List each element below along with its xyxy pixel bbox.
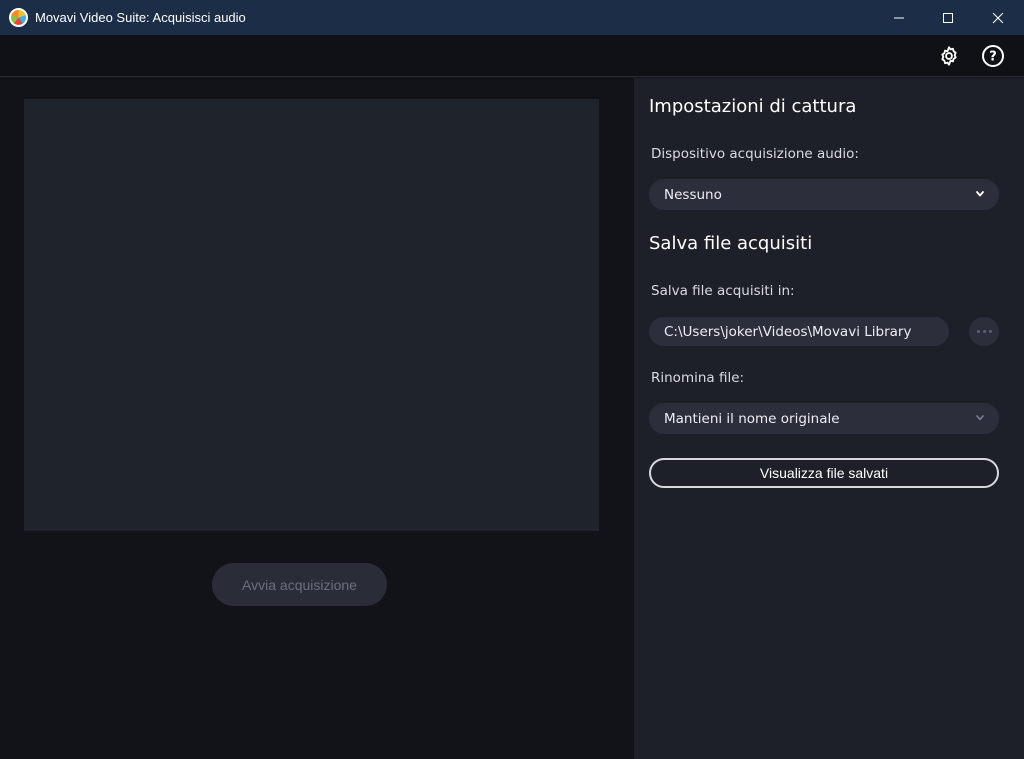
device-label: Dispositivo acquisizione audio:	[651, 146, 859, 162]
device-select-value: Nessuno	[664, 186, 722, 203]
top-toolbar: ?	[0, 35, 1024, 77]
settings-panel: Impostazioni di cattura Dispositivo acqu…	[634, 78, 1024, 759]
movavi-logo-icon	[9, 8, 28, 27]
save-files-heading: Salva file acquisiti	[649, 233, 813, 254]
save-path-field[interactable]: C:\Users\joker\Videos\Movavi Library	[649, 317, 949, 346]
start-capture-button[interactable]: Avvia acquisizione	[212, 563, 387, 606]
rename-label: Rinomina file:	[651, 370, 745, 386]
help-icon: ?	[982, 45, 1004, 67]
browse-button[interactable]	[969, 317, 999, 346]
help-button[interactable]: ?	[980, 43, 1006, 69]
gear-icon	[941, 46, 957, 66]
rename-select[interactable]: Mantieni il nome originale	[649, 403, 999, 434]
more-icon	[976, 330, 980, 333]
settings-button[interactable]	[936, 43, 962, 69]
minimize-button[interactable]	[876, 0, 922, 35]
close-button[interactable]	[975, 0, 1021, 35]
maximize-button[interactable]	[925, 0, 971, 35]
minimize-icon	[894, 17, 904, 18]
window-title: Movavi Video Suite: Acquisisci audio	[35, 10, 246, 25]
rename-select-value: Mantieni il nome originale	[664, 410, 840, 427]
maximize-icon	[943, 12, 953, 23]
device-select[interactable]: Nessuno	[649, 179, 999, 210]
save-in-label: Salva file acquisiti in:	[651, 283, 795, 299]
chevron-down-icon	[976, 191, 984, 197]
chevron-down-icon	[976, 415, 984, 421]
help-glyph: ?	[989, 50, 997, 65]
capture-area: Avvia acquisizione	[0, 78, 634, 759]
capture-settings-heading: Impostazioni di cattura	[649, 96, 857, 117]
title-bar: Movavi Video Suite: Acquisisci audio	[0, 0, 1024, 35]
view-saved-files-button[interactable]: Visualizza file salvati	[649, 458, 999, 488]
close-icon	[992, 12, 1004, 23]
audio-preview	[24, 99, 599, 531]
